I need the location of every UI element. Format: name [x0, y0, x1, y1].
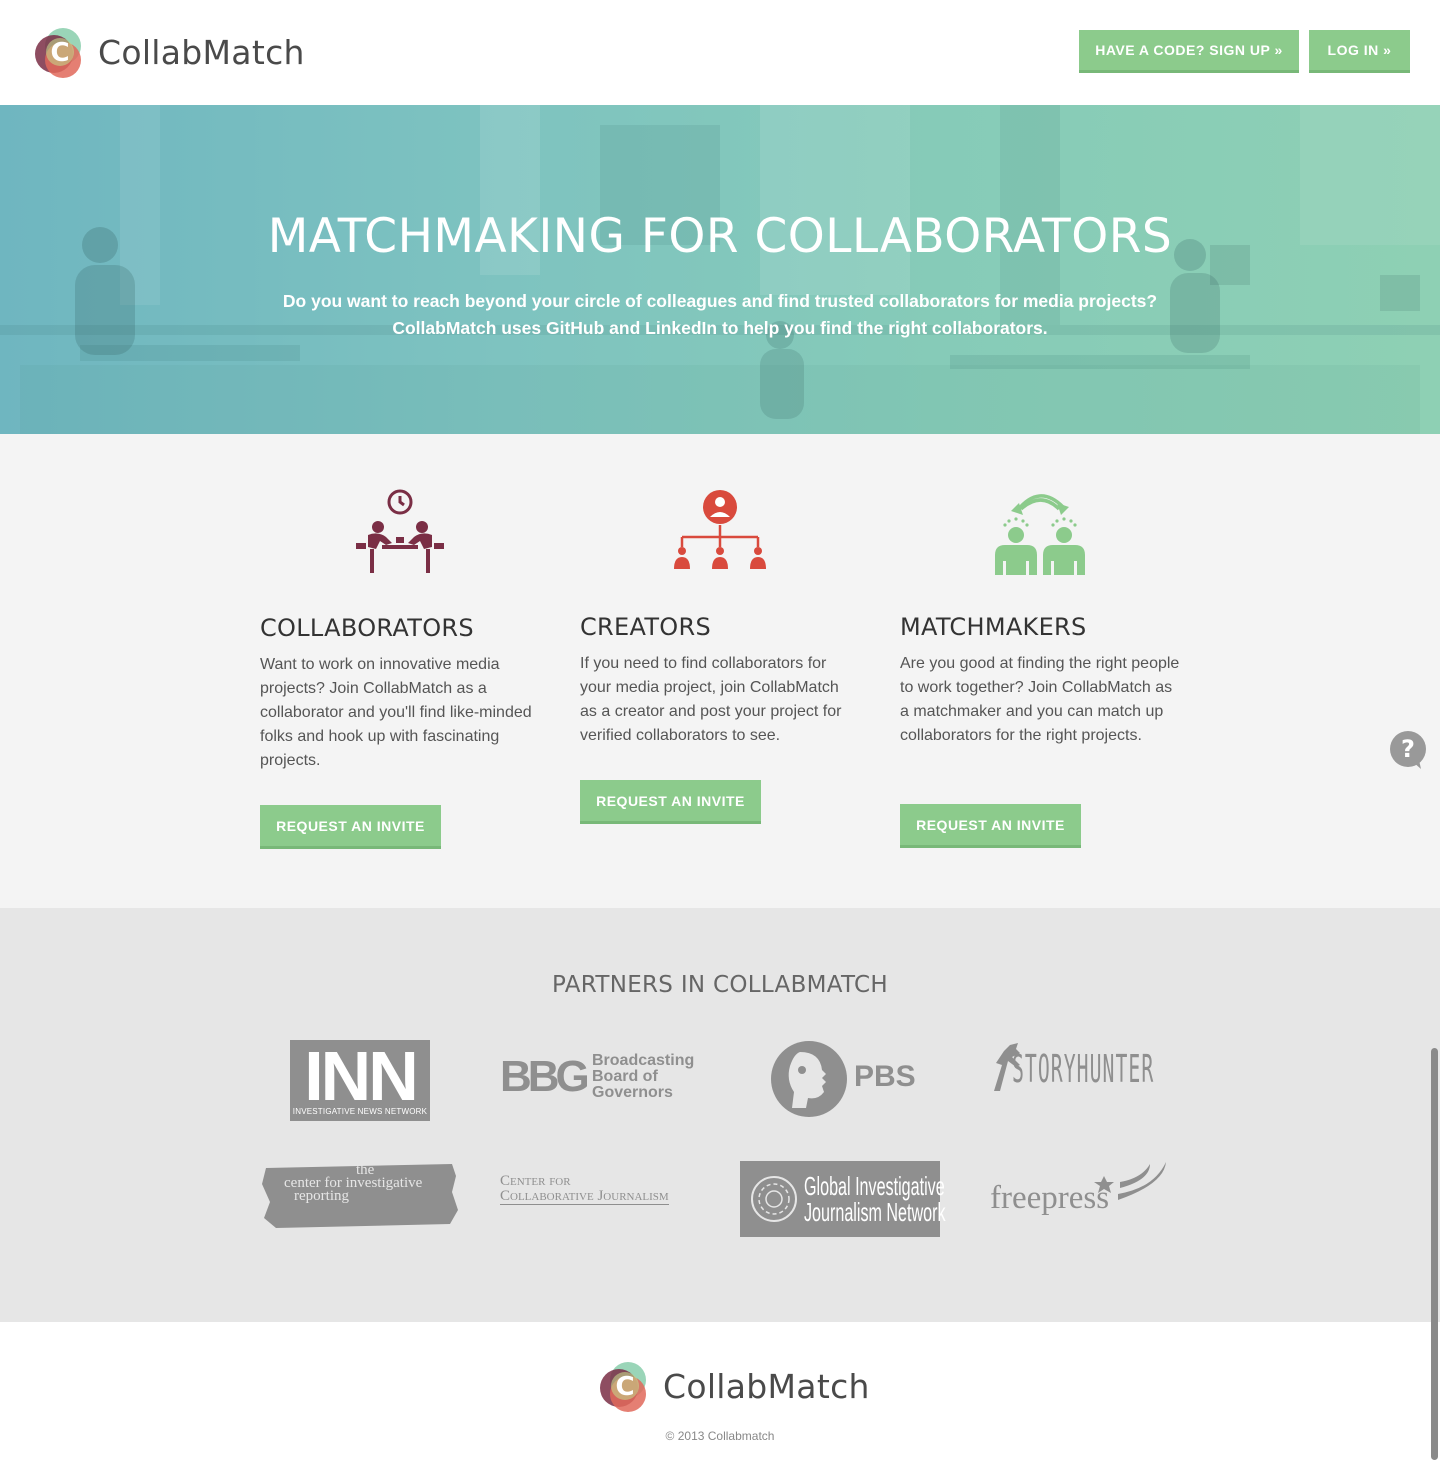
signup-button[interactable]: HAVE A CODE? SIGN UP »	[1079, 30, 1299, 73]
ccj-logo[interactable]: Center for Collaborative Journalism	[500, 1174, 700, 1208]
feature-description: Want to work on innovative media project…	[260, 656, 532, 769]
meeting-icon	[356, 489, 444, 573]
office-background-image	[0, 105, 1440, 434]
feature-creators: CREATORS If you need to find collaborato…	[580, 434, 860, 908]
feature-title: CREATORS	[580, 613, 712, 641]
hero-title: MATCHMAKING FOR COLLABORATORS	[267, 209, 1173, 264]
partners-title: PARTNERS IN COLLABMATCH	[552, 972, 888, 998]
ccj-line-1: Center for	[500, 1173, 571, 1189]
bbg-line-3: Governors	[592, 1084, 673, 1101]
brand[interactable]: C CollabMatch	[30, 22, 305, 82]
feature-collaborators: COLLABORATORS Want to work on innovative…	[260, 434, 540, 908]
freepress-text: freepress	[990, 1180, 1110, 1216]
bbg-logo[interactable]: BBG Broadcasting Board of Governors	[500, 1053, 700, 1103]
ccj-line-2: Collaborative Journalism	[500, 1188, 669, 1205]
inn-logo[interactable]: INN INVESTIGATIVE NEWS NETWORK	[290, 1037, 430, 1121]
feature-matchmakers: MATCHMAKERS Are you good at finding the …	[900, 434, 1180, 908]
bbg-line-2: Board of	[592, 1068, 658, 1085]
exchange-icon	[995, 494, 1085, 575]
footer-brand[interactable]: C CollabMatch	[595, 1356, 870, 1416]
inn-logo-text: INN	[304, 1037, 419, 1115]
feature-title: MATCHMAKERS	[900, 613, 1087, 641]
svg-text:C: C	[615, 1372, 634, 1402]
globe-icon	[751, 1176, 797, 1222]
request-invite-collaborator-button[interactable]: REQUEST AN INVITE	[260, 805, 441, 849]
gijn-logo[interactable]: Global Investigative Journalism Network	[740, 1161, 946, 1237]
brand-name: CollabMatch	[98, 32, 305, 72]
cir-text: the center for investigative reporting	[262, 1163, 458, 1204]
login-button[interactable]: LOG IN »	[1309, 30, 1410, 73]
request-invite-creator-button[interactable]: REQUEST AN INVITE	[580, 780, 761, 824]
pbs-head-icon	[771, 1041, 847, 1117]
pbs-text: PBS	[854, 1060, 916, 1093]
site-footer: C CollabMatch © 2013 Collabmatch	[0, 1322, 1440, 1461]
hero-subtitle: Do you want to reach beyond your circle …	[0, 288, 1440, 342]
inn-logo-subtext: INVESTIGATIVE NEWS NETWORK	[292, 1107, 428, 1116]
hero-banner: MATCHMAKING FOR COLLABORATORS Do you wan…	[0, 105, 1440, 434]
cir-logo[interactable]: the center for investigative reporting	[262, 1162, 458, 1228]
gijn-text: Global Investigative Journalism Network	[804, 1173, 946, 1225]
freepress-logo[interactable]: freepress	[990, 1160, 1170, 1222]
feature-description: Are you good at finding the right people…	[900, 655, 1180, 744]
gijn-line-2: Journalism Network	[804, 1197, 946, 1227]
partners-section: PARTNERS IN COLLABMATCH INN INVESTIGATIV…	[0, 908, 1440, 1322]
svg-text:?: ?	[1401, 735, 1415, 763]
help-icon[interactable]: ?	[1389, 730, 1427, 770]
request-invite-matchmaker-button[interactable]: REQUEST AN INVITE	[900, 804, 1081, 848]
bbg-name: Broadcasting Board of Governors	[592, 1053, 694, 1101]
collabmatch-logo-icon: C	[35, 28, 81, 78]
hero-subtitle-line-2: CollabMatch uses GitHub and LinkedIn to …	[392, 318, 1048, 338]
bbg-mark: BBG	[500, 1052, 590, 1101]
features-section: COLLABORATORS Want to work on innovative…	[0, 434, 1440, 908]
storyhunter-logo[interactable]: STORYHUNTER	[990, 1041, 1170, 1096]
collabmatch-logo-icon: C	[600, 1362, 646, 1412]
cir-line-3: reporting	[294, 1188, 349, 1204]
site-header: C CollabMatch HAVE A CODE? SIGN UP » LOG…	[0, 0, 1440, 105]
page-scrollbar[interactable]	[1431, 1048, 1438, 1460]
cir-line-2: center for investigative	[284, 1175, 423, 1191]
gijn-line-1: Global Investigative	[804, 1171, 945, 1201]
svg-text:C: C	[50, 38, 69, 68]
feature-title: COLLABORATORS	[260, 614, 474, 642]
storyhunter-text: STORYHUNTER	[1012, 1047, 1155, 1091]
footer-brand-name: CollabMatch	[663, 1366, 870, 1406]
copyright-text: © 2013 Collabmatch	[665, 1429, 775, 1443]
pbs-logo[interactable]: PBS	[770, 1040, 916, 1118]
org-chart-icon	[674, 490, 766, 569]
freepress-star-icon	[1094, 1162, 1166, 1200]
feature-description: If you need to find collaborators for yo…	[580, 655, 842, 744]
hero-subtitle-line-1: Do you want to reach beyond your circle …	[282, 291, 1158, 311]
bbg-line-1: Broadcasting	[592, 1052, 695, 1069]
